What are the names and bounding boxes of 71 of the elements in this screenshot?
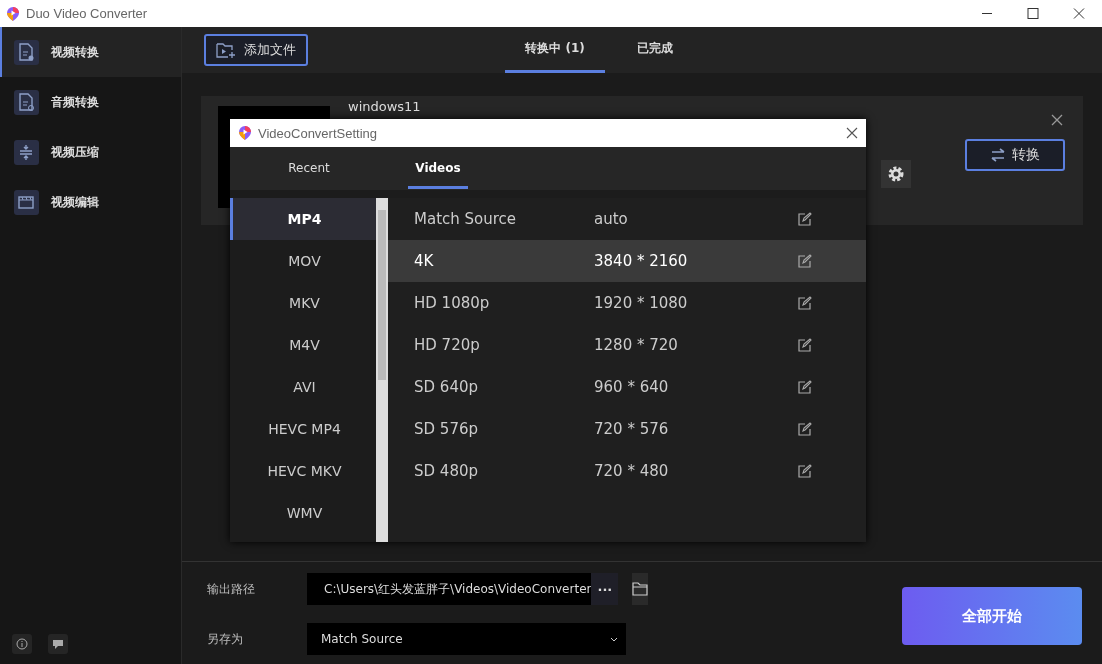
swap-icon bbox=[990, 148, 1006, 162]
resolution: 1280 * 720 bbox=[594, 336, 679, 354]
app-logo-icon bbox=[238, 125, 252, 141]
scrollbar[interactable] bbox=[376, 198, 388, 542]
settings-icon[interactable] bbox=[881, 160, 911, 188]
resolution: 960 * 640 bbox=[594, 378, 670, 396]
preset-row[interactable]: SD 640p 960 * 640 bbox=[388, 366, 866, 408]
sidebar-item[interactable]: 视频编辑 bbox=[0, 177, 181, 227]
edit-icon[interactable] bbox=[798, 212, 812, 226]
save-as-label: 另存为 bbox=[207, 630, 244, 648]
dialog-title: VideoConvertSetting bbox=[258, 125, 377, 141]
edit-icon[interactable] bbox=[798, 254, 812, 268]
start-all-button[interactable]: 全部开始 bbox=[902, 587, 1082, 645]
preset-row[interactable]: HD 720p 1280 * 720 bbox=[388, 324, 866, 366]
resolution: 3840 * 2160 bbox=[594, 252, 689, 270]
format-item[interactable]: MOV bbox=[230, 240, 376, 282]
preset-name[interactable]: SD 576p bbox=[414, 420, 594, 438]
sidebar-item[interactable]: 音频转换 bbox=[0, 77, 181, 127]
preset-row[interactable]: HD 1080p 1920 * 1080 bbox=[388, 282, 866, 324]
sidebar-item[interactable]: 视频压缩 bbox=[0, 127, 181, 177]
tab[interactable]: Videos bbox=[408, 150, 468, 189]
format-item[interactable]: WMV bbox=[230, 492, 376, 534]
preset-name[interactable]: Match Source bbox=[414, 210, 594, 228]
resolution: auto bbox=[594, 210, 629, 228]
output-path-label: 输出路径 bbox=[207, 580, 256, 598]
format-item[interactable]: AVI bbox=[230, 366, 376, 408]
preset-name[interactable]: SD 480p bbox=[414, 462, 594, 480]
edit-icon[interactable] bbox=[798, 296, 812, 310]
preset-name[interactable]: HD 1080p bbox=[414, 294, 594, 312]
format-item[interactable]: MP4 bbox=[230, 198, 376, 240]
resolution: 720 * 480 bbox=[594, 462, 670, 480]
preset-name[interactable]: SD 640p bbox=[414, 378, 594, 396]
preset-name[interactable]: HD 720p bbox=[414, 336, 594, 354]
tab[interactable]: 已完成 bbox=[605, 27, 705, 73]
window-title: Duo Video Converter bbox=[26, 6, 148, 21]
edit-icon[interactable] bbox=[798, 464, 812, 478]
close-icon[interactable] bbox=[846, 127, 858, 139]
video-doc-icon bbox=[14, 39, 39, 65]
save-as-dropdown[interactable]: Match Source bbox=[307, 623, 626, 655]
sidebar-item[interactable]: 视频转换 bbox=[0, 27, 181, 77]
compress-icon bbox=[14, 139, 39, 165]
preset-name[interactable]: 4K bbox=[414, 252, 594, 270]
edit-icon[interactable] bbox=[798, 338, 812, 352]
app-logo-icon bbox=[6, 5, 20, 22]
format-item[interactable]: M4V bbox=[230, 324, 376, 366]
output-path-field[interactable]: C:\Users\红头发蓝胖子\Videos\VideoConverter bbox=[307, 573, 592, 605]
edit-icon[interactable] bbox=[798, 422, 812, 436]
resolution: 720 * 576 bbox=[594, 420, 670, 438]
convert-button[interactable]: 转换 bbox=[965, 139, 1065, 171]
format-item[interactable]: HEVC MKV bbox=[230, 450, 376, 492]
info-icon[interactable] bbox=[12, 634, 32, 654]
chat-icon[interactable] bbox=[48, 634, 68, 654]
format-item[interactable]: HEVC MP4 bbox=[230, 408, 376, 450]
tab[interactable]: 转换中 (1) bbox=[505, 27, 605, 73]
add-file-button[interactable]: 添加文件 bbox=[204, 34, 308, 66]
audio-doc-icon bbox=[14, 89, 39, 115]
resolution: 1920 * 1080 bbox=[594, 294, 689, 312]
browse-button[interactable]: ··· bbox=[591, 573, 619, 605]
close-icon[interactable] bbox=[1051, 114, 1063, 126]
tab[interactable]: Recent bbox=[270, 150, 348, 189]
preset-row[interactable]: SD 576p 720 * 576 bbox=[388, 408, 866, 450]
file-name: windows11 bbox=[348, 99, 421, 115]
folder-add-icon bbox=[216, 42, 236, 58]
preset-row[interactable]: Match Source auto bbox=[388, 198, 866, 240]
chevron-down-icon bbox=[610, 636, 618, 642]
folder-icon[interactable] bbox=[632, 573, 649, 605]
preset-row[interactable]: 4K 3840 * 2160 bbox=[388, 240, 866, 282]
preset-row[interactable]: SD 480p 720 * 480 bbox=[388, 450, 866, 492]
edit-icon bbox=[14, 189, 39, 215]
edit-icon[interactable] bbox=[798, 380, 812, 394]
format-item[interactable]: MKV bbox=[230, 282, 376, 324]
